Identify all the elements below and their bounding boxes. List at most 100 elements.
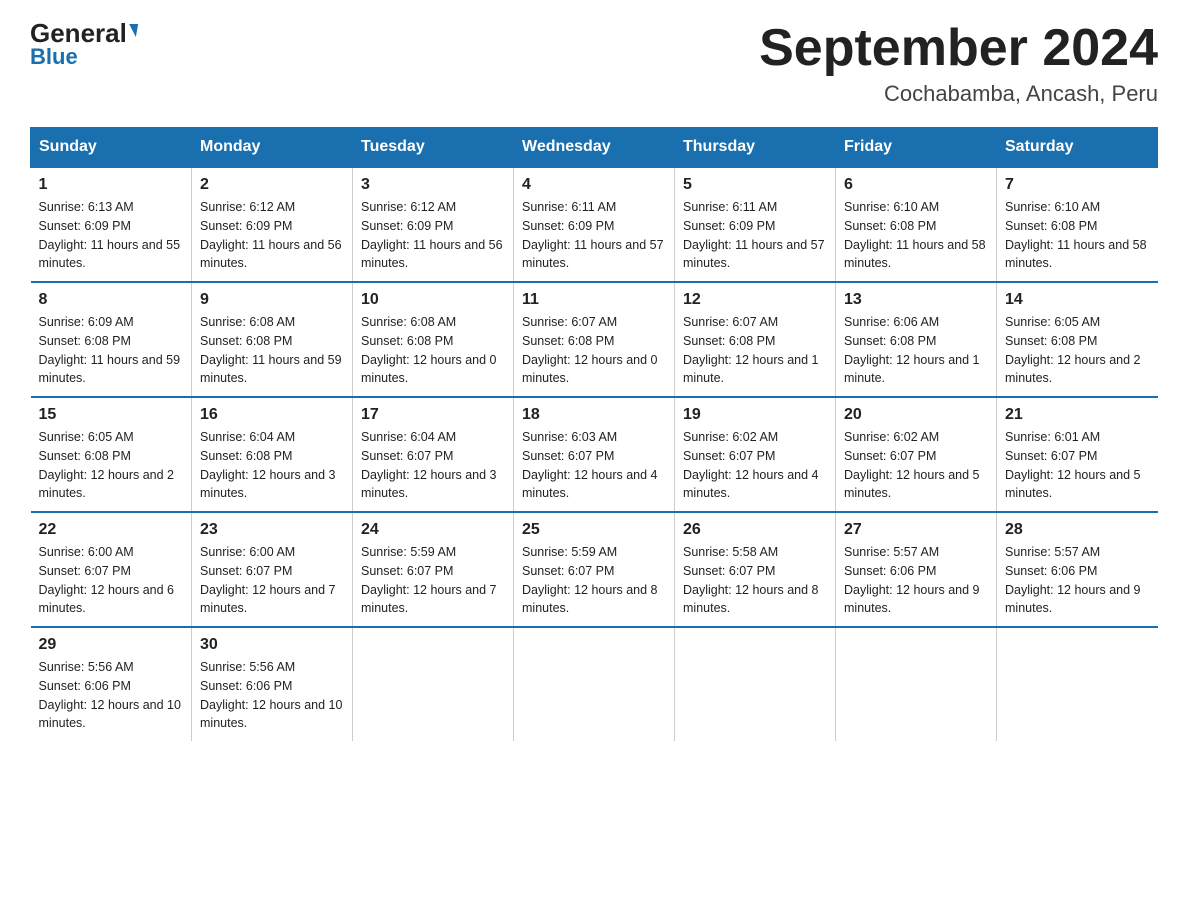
table-row: 3 Sunrise: 6:12 AMSunset: 6:09 PMDayligh…: [353, 167, 514, 282]
day-info: Sunrise: 6:13 AMSunset: 6:09 PMDaylight:…: [39, 198, 184, 273]
day-info: Sunrise: 6:07 AMSunset: 6:08 PMDaylight:…: [683, 313, 827, 388]
day-number: 15: [39, 406, 184, 424]
day-info: Sunrise: 6:10 AMSunset: 6:08 PMDaylight:…: [1005, 198, 1150, 273]
table-row: 6 Sunrise: 6:10 AMSunset: 6:08 PMDayligh…: [836, 167, 997, 282]
day-info: Sunrise: 6:05 AMSunset: 6:08 PMDaylight:…: [1005, 313, 1150, 388]
day-info: Sunrise: 5:59 AMSunset: 6:07 PMDaylight:…: [361, 543, 505, 618]
calendar-week-row: 22 Sunrise: 6:00 AMSunset: 6:07 PMDaylig…: [31, 512, 1158, 627]
day-number: 9: [200, 291, 344, 309]
table-row: 7 Sunrise: 6:10 AMSunset: 6:08 PMDayligh…: [997, 167, 1158, 282]
calendar-week-row: 8 Sunrise: 6:09 AMSunset: 6:08 PMDayligh…: [31, 282, 1158, 397]
day-info: Sunrise: 6:08 AMSunset: 6:08 PMDaylight:…: [361, 313, 505, 388]
day-number: 14: [1005, 291, 1150, 309]
table-row: 10 Sunrise: 6:08 AMSunset: 6:08 PMDaylig…: [353, 282, 514, 397]
day-info: Sunrise: 5:56 AMSunset: 6:06 PMDaylight:…: [200, 658, 344, 733]
day-number: 4: [522, 176, 666, 194]
header-wednesday: Wednesday: [514, 128, 675, 168]
table-row: 15 Sunrise: 6:05 AMSunset: 6:08 PMDaylig…: [31, 397, 192, 512]
day-number: 27: [844, 521, 988, 539]
day-info: Sunrise: 6:05 AMSunset: 6:08 PMDaylight:…: [39, 428, 184, 503]
day-number: 6: [844, 176, 988, 194]
table-row: 4 Sunrise: 6:11 AMSunset: 6:09 PMDayligh…: [514, 167, 675, 282]
day-info: Sunrise: 6:08 AMSunset: 6:08 PMDaylight:…: [200, 313, 344, 388]
day-info: Sunrise: 5:58 AMSunset: 6:07 PMDaylight:…: [683, 543, 827, 618]
table-row: 24 Sunrise: 5:59 AMSunset: 6:07 PMDaylig…: [353, 512, 514, 627]
day-info: Sunrise: 6:06 AMSunset: 6:08 PMDaylight:…: [844, 313, 988, 388]
day-info: Sunrise: 6:11 AMSunset: 6:09 PMDaylight:…: [522, 198, 666, 273]
day-info: Sunrise: 6:11 AMSunset: 6:09 PMDaylight:…: [683, 198, 827, 273]
day-info: Sunrise: 5:56 AMSunset: 6:06 PMDaylight:…: [39, 658, 184, 733]
table-row: 16 Sunrise: 6:04 AMSunset: 6:08 PMDaylig…: [192, 397, 353, 512]
logo: General Blue: [30, 20, 137, 70]
day-info: Sunrise: 6:12 AMSunset: 6:09 PMDaylight:…: [361, 198, 505, 273]
day-number: 19: [683, 406, 827, 424]
day-info: Sunrise: 6:10 AMSunset: 6:08 PMDaylight:…: [844, 198, 988, 273]
table-row: 12 Sunrise: 6:07 AMSunset: 6:08 PMDaylig…: [675, 282, 836, 397]
header-saturday: Saturday: [997, 128, 1158, 168]
day-number: 26: [683, 521, 827, 539]
logo-general: General: [30, 20, 137, 46]
table-row: 8 Sunrise: 6:09 AMSunset: 6:08 PMDayligh…: [31, 282, 192, 397]
table-row: [353, 627, 514, 741]
table-row: 9 Sunrise: 6:08 AMSunset: 6:08 PMDayligh…: [192, 282, 353, 397]
day-info: Sunrise: 6:03 AMSunset: 6:07 PMDaylight:…: [522, 428, 666, 503]
day-info: Sunrise: 6:02 AMSunset: 6:07 PMDaylight:…: [844, 428, 988, 503]
table-row: 27 Sunrise: 5:57 AMSunset: 6:06 PMDaylig…: [836, 512, 997, 627]
table-row: 14 Sunrise: 6:05 AMSunset: 6:08 PMDaylig…: [997, 282, 1158, 397]
day-number: 16: [200, 406, 344, 424]
day-info: Sunrise: 6:01 AMSunset: 6:07 PMDaylight:…: [1005, 428, 1150, 503]
month-year-title: September 2024: [759, 20, 1158, 77]
calendar-week-row: 1 Sunrise: 6:13 AMSunset: 6:09 PMDayligh…: [31, 167, 1158, 282]
day-number: 30: [200, 636, 344, 654]
day-info: Sunrise: 6:04 AMSunset: 6:07 PMDaylight:…: [361, 428, 505, 503]
header-sunday: Sunday: [31, 128, 192, 168]
day-info: Sunrise: 6:04 AMSunset: 6:08 PMDaylight:…: [200, 428, 344, 503]
header-tuesday: Tuesday: [353, 128, 514, 168]
table-row: 23 Sunrise: 6:00 AMSunset: 6:07 PMDaylig…: [192, 512, 353, 627]
day-number: 2: [200, 176, 344, 194]
table-row: 11 Sunrise: 6:07 AMSunset: 6:08 PMDaylig…: [514, 282, 675, 397]
day-info: Sunrise: 6:07 AMSunset: 6:08 PMDaylight:…: [522, 313, 666, 388]
table-row: 25 Sunrise: 5:59 AMSunset: 6:07 PMDaylig…: [514, 512, 675, 627]
header-friday: Friday: [836, 128, 997, 168]
day-number: 13: [844, 291, 988, 309]
calendar-week-row: 15 Sunrise: 6:05 AMSunset: 6:08 PMDaylig…: [31, 397, 1158, 512]
table-row: 30 Sunrise: 5:56 AMSunset: 6:06 PMDaylig…: [192, 627, 353, 741]
table-row: 21 Sunrise: 6:01 AMSunset: 6:07 PMDaylig…: [997, 397, 1158, 512]
day-number: 10: [361, 291, 505, 309]
table-row: 5 Sunrise: 6:11 AMSunset: 6:09 PMDayligh…: [675, 167, 836, 282]
day-number: 24: [361, 521, 505, 539]
table-row: 1 Sunrise: 6:13 AMSunset: 6:09 PMDayligh…: [31, 167, 192, 282]
header-thursday: Thursday: [675, 128, 836, 168]
day-number: 25: [522, 521, 666, 539]
title-block: September 2024 Cochabamba, Ancash, Peru: [759, 20, 1158, 107]
table-row: 29 Sunrise: 5:56 AMSunset: 6:06 PMDaylig…: [31, 627, 192, 741]
day-info: Sunrise: 6:02 AMSunset: 6:07 PMDaylight:…: [683, 428, 827, 503]
calendar-table: Sunday Monday Tuesday Wednesday Thursday…: [30, 127, 1158, 741]
table-row: 2 Sunrise: 6:12 AMSunset: 6:09 PMDayligh…: [192, 167, 353, 282]
day-number: 8: [39, 291, 184, 309]
table-row: 22 Sunrise: 6:00 AMSunset: 6:07 PMDaylig…: [31, 512, 192, 627]
day-info: Sunrise: 6:09 AMSunset: 6:08 PMDaylight:…: [39, 313, 184, 388]
calendar-week-row: 29 Sunrise: 5:56 AMSunset: 6:06 PMDaylig…: [31, 627, 1158, 741]
day-number: 29: [39, 636, 184, 654]
header-monday: Monday: [192, 128, 353, 168]
day-number: 23: [200, 521, 344, 539]
day-number: 11: [522, 291, 666, 309]
table-row: 26 Sunrise: 5:58 AMSunset: 6:07 PMDaylig…: [675, 512, 836, 627]
day-info: Sunrise: 5:57 AMSunset: 6:06 PMDaylight:…: [1005, 543, 1150, 618]
table-row: [675, 627, 836, 741]
table-row: 28 Sunrise: 5:57 AMSunset: 6:06 PMDaylig…: [997, 512, 1158, 627]
table-row: 18 Sunrise: 6:03 AMSunset: 6:07 PMDaylig…: [514, 397, 675, 512]
table-row: 17 Sunrise: 6:04 AMSunset: 6:07 PMDaylig…: [353, 397, 514, 512]
day-number: 28: [1005, 521, 1150, 539]
day-info: Sunrise: 6:12 AMSunset: 6:09 PMDaylight:…: [200, 198, 344, 273]
table-row: 19 Sunrise: 6:02 AMSunset: 6:07 PMDaylig…: [675, 397, 836, 512]
table-row: 20 Sunrise: 6:02 AMSunset: 6:07 PMDaylig…: [836, 397, 997, 512]
day-number: 3: [361, 176, 505, 194]
day-info: Sunrise: 6:00 AMSunset: 6:07 PMDaylight:…: [39, 543, 184, 618]
day-number: 20: [844, 406, 988, 424]
day-number: 21: [1005, 406, 1150, 424]
day-number: 12: [683, 291, 827, 309]
table-row: [836, 627, 997, 741]
